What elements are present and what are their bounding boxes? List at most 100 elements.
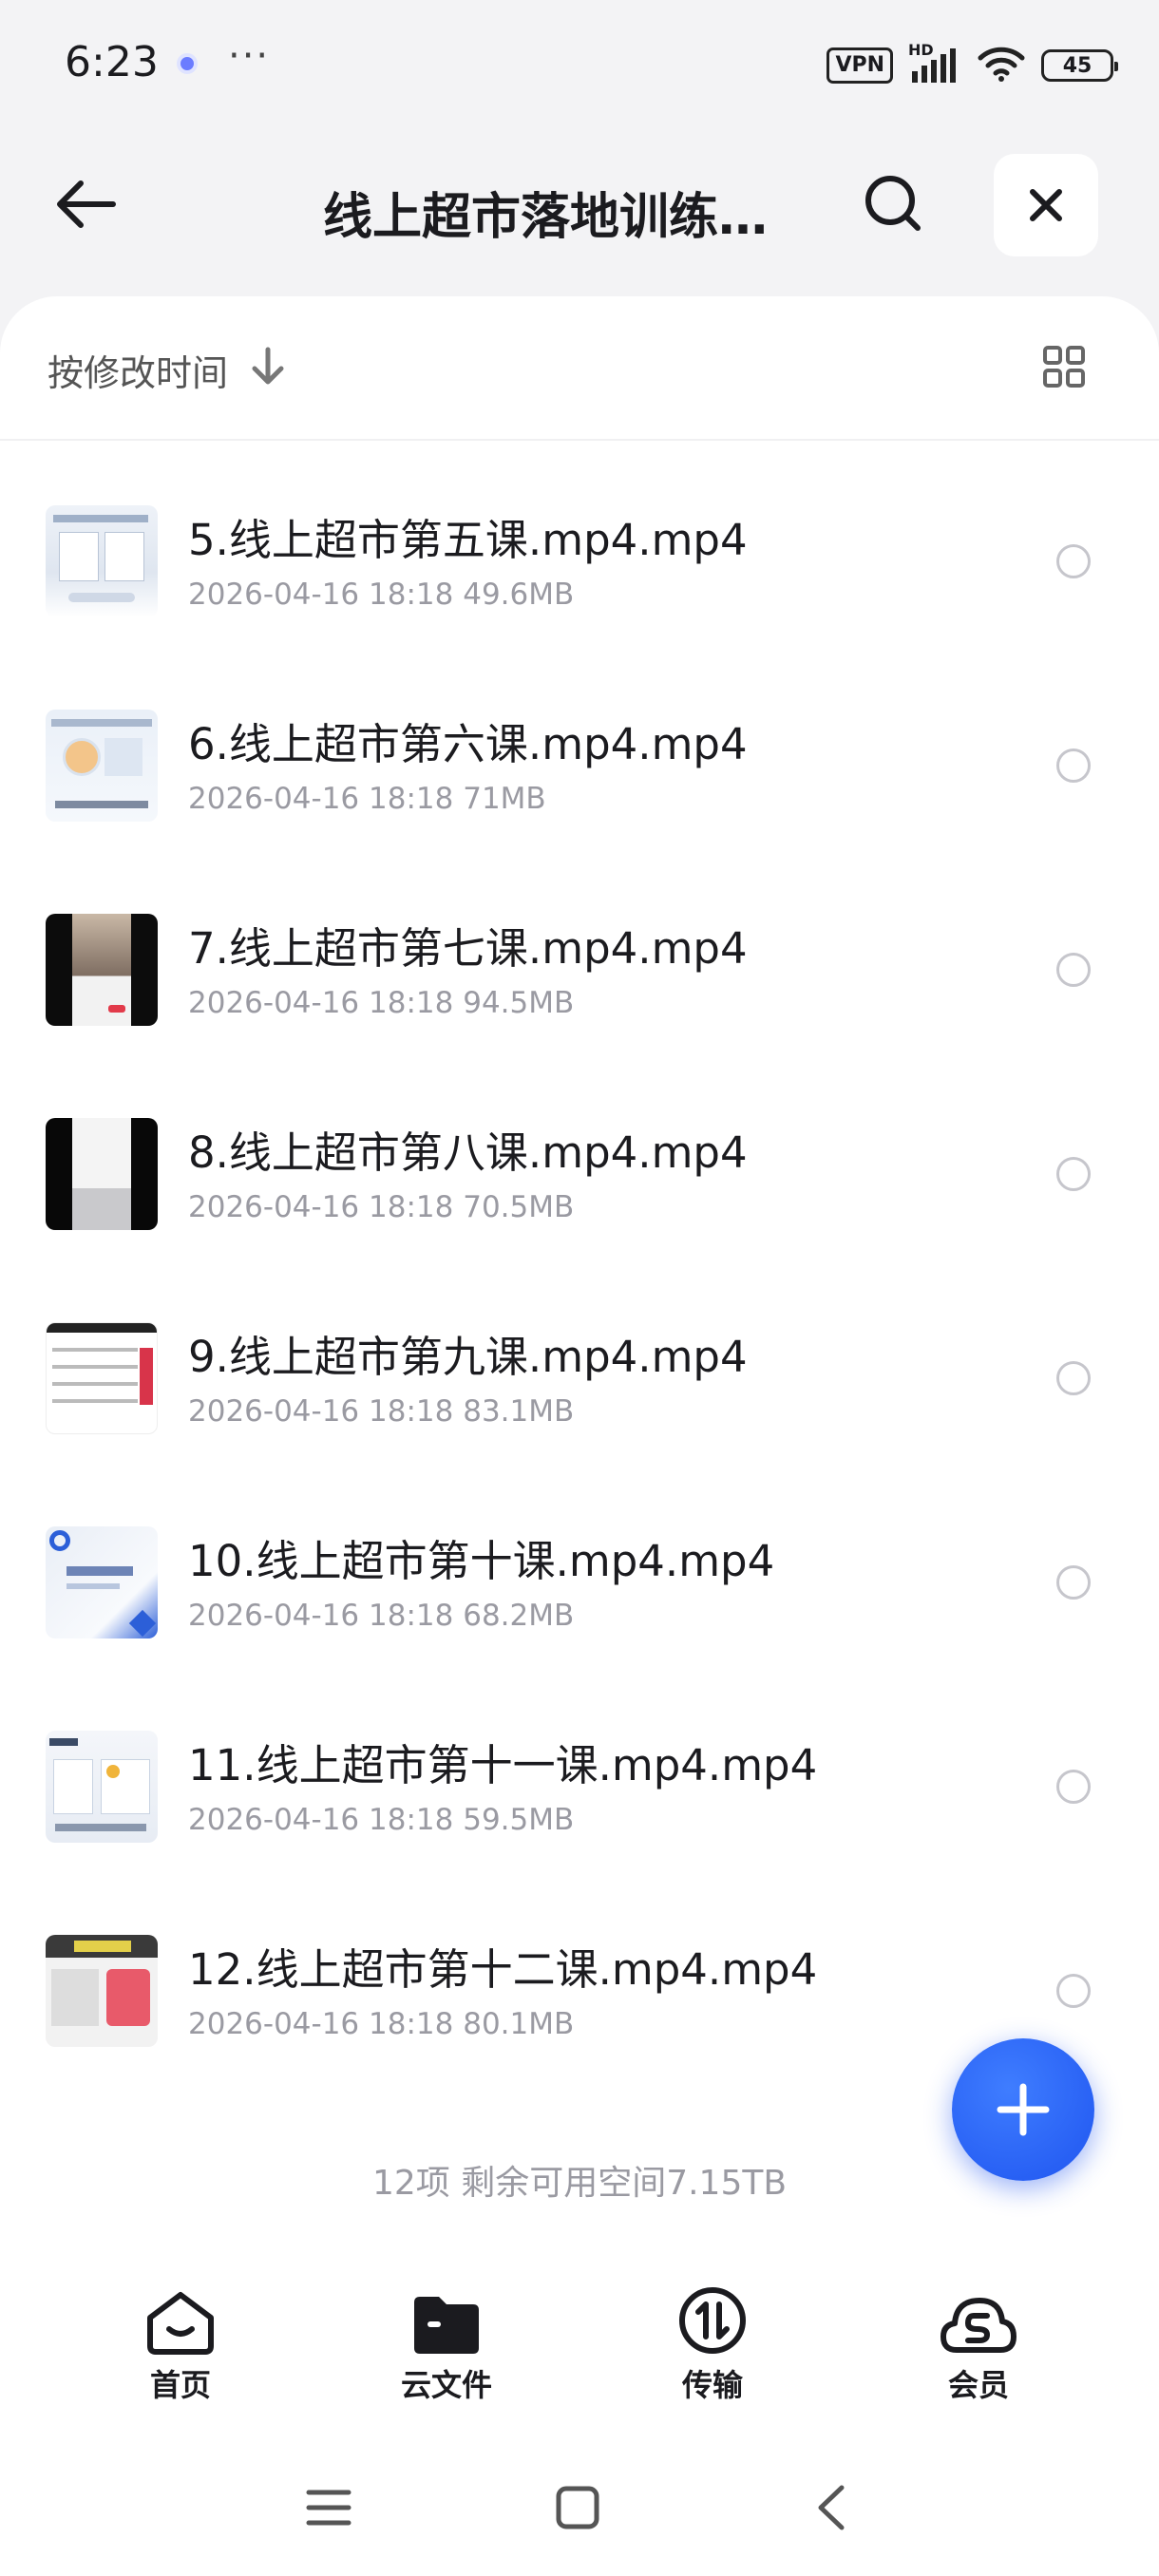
file-date: 2026-04-16 18:18 <box>188 782 454 816</box>
file-name: 8.线上超市第八课.mp4.mp4 <box>188 1127 748 1178</box>
file-meta: 2026-04-16 18:18 70.5MB <box>188 1190 574 1224</box>
video-thumbnail <box>46 505 158 617</box>
status-more-icon: ··· <box>228 34 271 78</box>
home-button[interactable] <box>547 2477 608 2538</box>
file-row[interactable]: 11.线上超市第十一课.mp4.mp4 2026-04-16 18:18 59.… <box>0 1674 1159 1878</box>
battery-indicator: 45 <box>1041 49 1118 82</box>
file-size: 68.2MB <box>463 1599 575 1633</box>
status-time: 6:23 <box>65 38 159 86</box>
back-button[interactable] <box>48 173 124 236</box>
arrow-down-icon[interactable] <box>249 346 287 388</box>
file-size: 94.5MB <box>463 986 575 1020</box>
network-type: HD <box>908 41 934 59</box>
select-radio[interactable] <box>1056 544 1091 578</box>
menu-icon <box>306 2490 352 2526</box>
search-button[interactable] <box>855 165 931 241</box>
file-size: 59.5MB <box>463 1803 575 1837</box>
nav-label: 首页 <box>149 2367 211 2403</box>
select-radio[interactable] <box>1056 1770 1091 1804</box>
nav-label: 会员 <box>947 2367 1009 2403</box>
folder-icon <box>414 2297 479 2354</box>
video-thumbnail <box>46 1118 158 1230</box>
file-meta: 2026-04-16 18:18 83.1MB <box>188 1394 574 1429</box>
add-button[interactable] <box>952 2038 1094 2181</box>
close-icon <box>1030 189 1062 221</box>
file-name: 5.线上超市第五课.mp4.mp4 <box>188 515 748 565</box>
file-size: 49.6MB <box>463 578 575 612</box>
select-radio[interactable] <box>1056 748 1091 783</box>
file-size: 70.5MB <box>463 1190 575 1224</box>
file-name: 11.线上超市第十一课.mp4.mp4 <box>188 1740 818 1790</box>
file-row[interactable]: 7.线上超市第七课.mp4.mp4 2026-04-16 18:18 94.5M… <box>0 857 1159 1061</box>
file-list: 5.线上超市第五课.mp4.mp4 2026-04-16 18:18 49.6M… <box>0 448 1159 2082</box>
file-row[interactable]: 6.线上超市第六课.mp4.mp4 2026-04-16 18:18 71MB <box>0 653 1159 857</box>
vpn-badge: VPN <box>826 47 893 84</box>
status-bar: 6:23 ··· VPN HD 45 <box>0 0 1159 133</box>
bottom-nav: 首页 云文件 传输 会员 <box>0 2280 1159 2422</box>
file-date: 2026-04-16 18:18 <box>188 1599 454 1633</box>
wifi-icon <box>977 45 1026 86</box>
select-radio[interactable] <box>1056 953 1091 987</box>
file-date: 2026-04-16 18:18 <box>188 1190 454 1224</box>
file-meta: 2026-04-16 18:18 80.1MB <box>188 2007 574 2041</box>
nav-item-cloud-files[interactable]: 云文件 <box>314 2280 580 2422</box>
sort-bar: 按修改时间 <box>0 296 1159 441</box>
search-icon <box>865 176 921 231</box>
nav-label: 云文件 <box>400 2367 492 2403</box>
menu-button[interactable] <box>298 2477 359 2538</box>
nav-item-vip[interactable]: 会员 <box>846 2280 1112 2422</box>
app-bar: 线上超市落地训练营（完结） <box>0 142 1159 266</box>
file-size: 80.1MB <box>463 2007 575 2041</box>
file-date: 2026-04-16 18:18 <box>188 1803 454 1837</box>
file-row[interactable]: 8.线上超市第八课.mp4.mp4 2026-04-16 18:18 70.5M… <box>0 1061 1159 1265</box>
file-meta: 2026-04-16 18:18 94.5MB <box>188 986 574 1020</box>
file-size: 71MB <box>463 782 546 816</box>
grid-view-icon[interactable] <box>1041 344 1087 389</box>
video-thumbnail <box>46 1322 158 1434</box>
signal-icon: HD <box>908 41 961 85</box>
file-date: 2026-04-16 18:18 <box>188 2007 454 2041</box>
select-radio[interactable] <box>1056 1157 1091 1191</box>
file-size: 83.1MB <box>463 1394 575 1429</box>
nav-item-transfer[interactable]: 传输 <box>580 2280 846 2422</box>
select-radio[interactable] <box>1056 1974 1091 2008</box>
video-thumbnail <box>46 1935 158 2047</box>
video-thumbnail <box>46 1526 158 1638</box>
system-back-button[interactable] <box>800 2477 861 2538</box>
status-indicators: VPN HD 45 <box>826 41 1118 89</box>
back-chevron-icon <box>818 2485 845 2530</box>
nav-label: 传输 <box>681 2367 743 2403</box>
notification-app-icon <box>177 53 198 74</box>
plus-icon <box>997 2083 1050 2136</box>
file-name: 7.线上超市第七课.mp4.mp4 <box>188 923 748 974</box>
page-title: 线上超市落地训练营（完结） <box>323 189 779 246</box>
file-date: 2026-04-16 18:18 <box>188 1394 454 1429</box>
file-name: 6.线上超市第六课.mp4.mp4 <box>188 719 748 769</box>
select-radio[interactable] <box>1056 1361 1091 1395</box>
sort-button[interactable]: 按修改时间 <box>48 344 228 396</box>
file-meta: 2026-04-16 18:18 49.6MB <box>188 578 574 612</box>
file-date: 2026-04-16 18:18 <box>188 578 454 612</box>
close-button[interactable] <box>994 154 1098 256</box>
file-name: 10.线上超市第十课.mp4.mp4 <box>188 1536 775 1586</box>
file-list-panel: 按修改时间 5.线上超市第五课.mp4.mp4 2026-04-16 18:18… <box>0 296 1159 2576</box>
video-thumbnail <box>46 710 158 822</box>
back-arrow-icon <box>57 180 116 228</box>
file-row[interactable]: 10.线上超市第十课.mp4.mp4 2026-04-16 18:18 68.2… <box>0 1469 1159 1674</box>
file-name: 12.线上超市第十二课.mp4.mp4 <box>188 1944 818 1995</box>
file-row[interactable]: 9.线上超市第九课.mp4.mp4 2026-04-16 18:18 83.1M… <box>0 1265 1159 1469</box>
video-thumbnail <box>46 1731 158 1843</box>
file-name: 9.线上超市第九课.mp4.mp4 <box>188 1332 748 1382</box>
file-row[interactable]: 5.线上超市第五课.mp4.mp4 2026-04-16 18:18 49.6M… <box>0 448 1159 653</box>
video-thumbnail <box>46 914 158 1026</box>
vip-cloud-icon <box>940 2298 1016 2353</box>
file-meta: 2026-04-16 18:18 59.5MB <box>188 1803 574 1837</box>
select-radio[interactable] <box>1056 1565 1091 1600</box>
file-date: 2026-04-16 18:18 <box>188 986 454 1020</box>
system-nav-bar <box>0 2460 1159 2555</box>
transfer-icon <box>679 2287 746 2354</box>
square-home-icon <box>556 2486 599 2529</box>
file-meta: 2026-04-16 18:18 68.2MB <box>188 1599 574 1633</box>
nav-item-home[interactable]: 首页 <box>48 2280 314 2422</box>
home-icon <box>147 2292 214 2355</box>
